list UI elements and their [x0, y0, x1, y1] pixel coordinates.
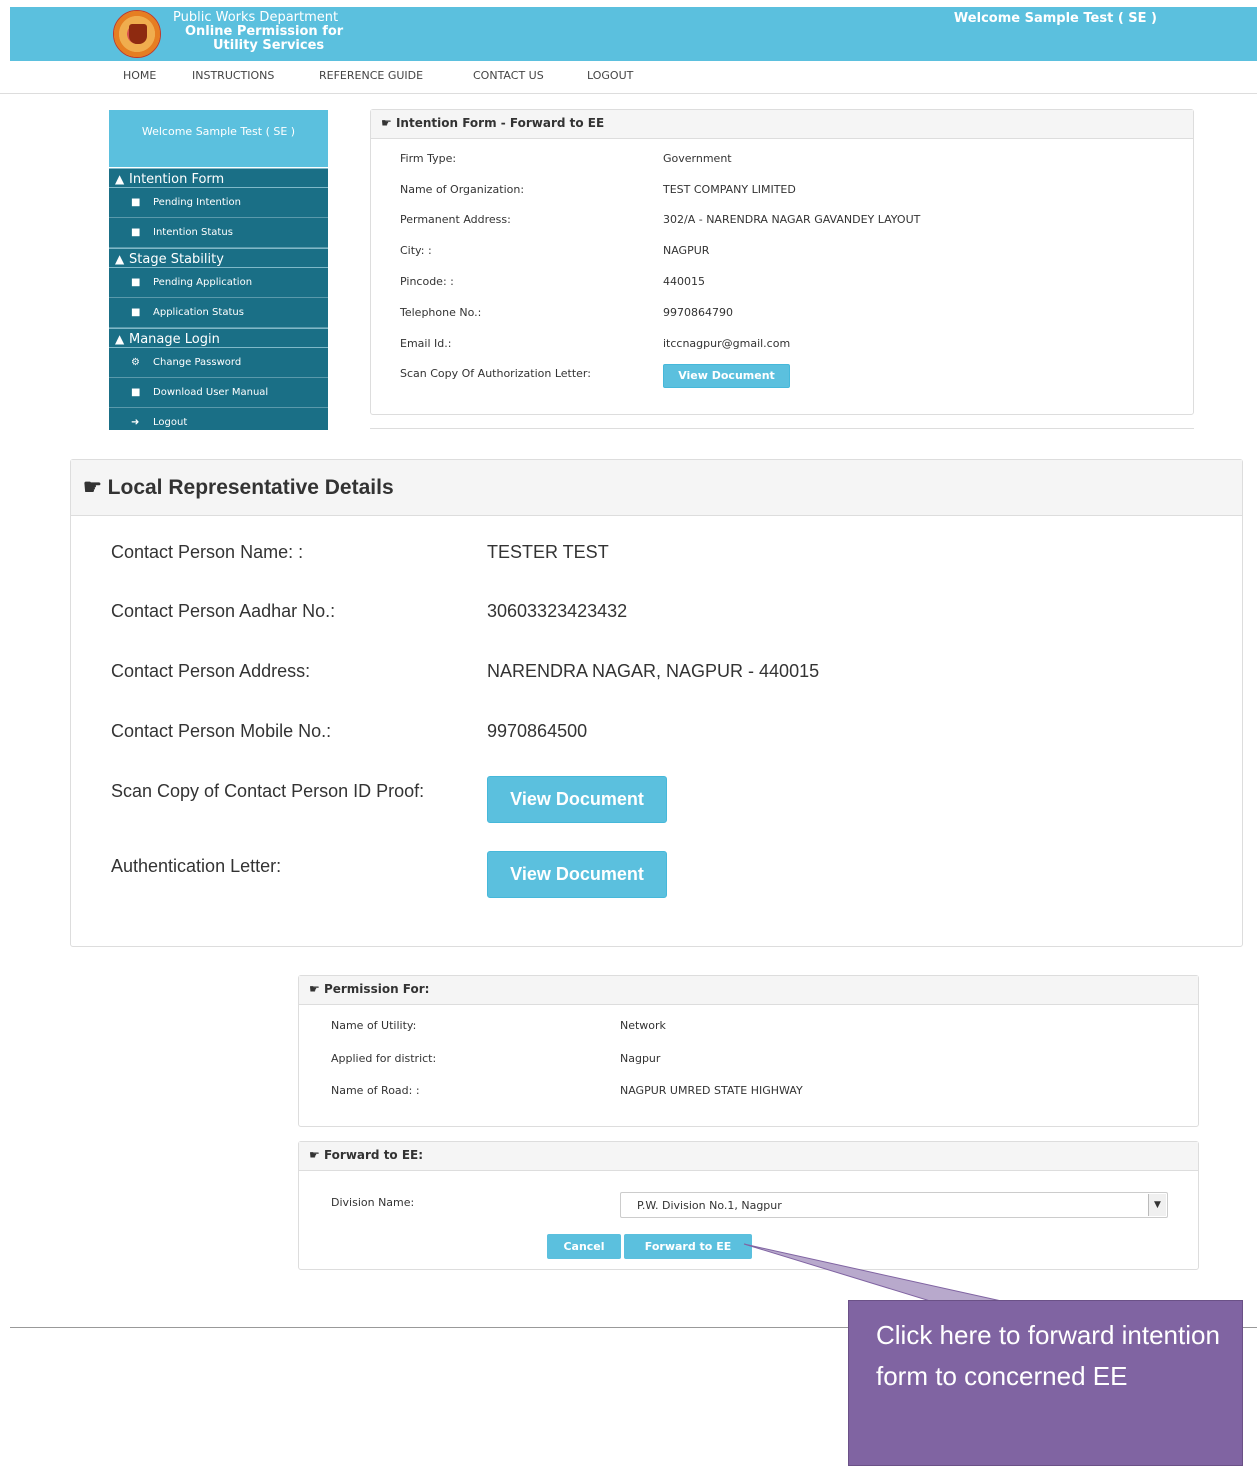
callout-box: Click here to forward intention form to …: [848, 1300, 1243, 1466]
callout-pointer: [743, 1243, 1016, 1305]
callout-text: Click here to forward intention form to …: [876, 1320, 1220, 1391]
